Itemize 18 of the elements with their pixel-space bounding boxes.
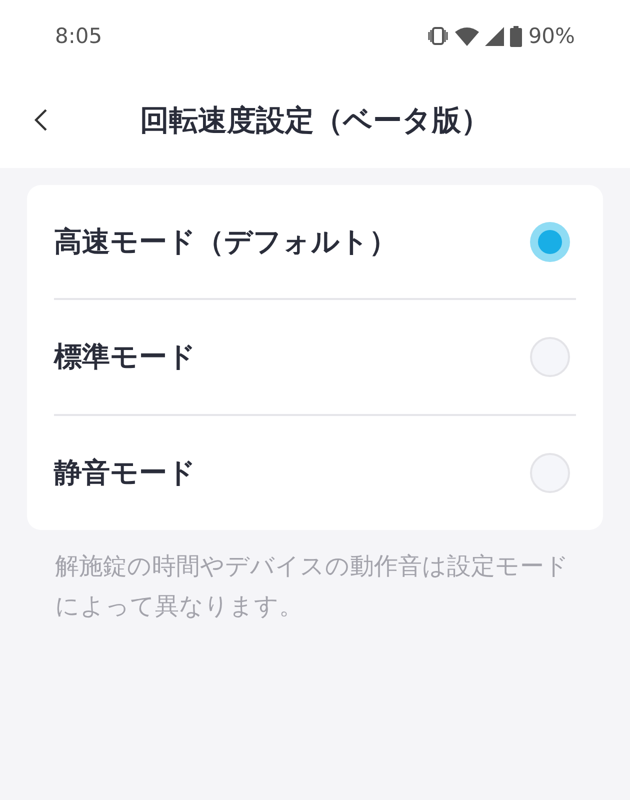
page-title: 回転速度設定（ベータ版） <box>140 102 490 139</box>
option-label: 標準モード <box>54 339 197 375</box>
option-row[interactable]: 標準モード <box>54 298 576 414</box>
radio-button[interactable] <box>530 453 570 493</box>
option-label: 静音モード <box>54 455 197 491</box>
option-row[interactable]: 静音モード <box>54 414 576 530</box>
back-icon <box>34 108 48 132</box>
radio-button[interactable] <box>530 337 570 377</box>
wifi-icon <box>455 26 480 46</box>
battery-icon <box>510 26 522 46</box>
option-row[interactable]: 高速モード（デフォルト） <box>54 185 576 298</box>
option-label: 高速モード（デフォルト） <box>54 224 398 260</box>
signal-icon <box>485 26 504 46</box>
clock-time: 8:05 <box>55 24 102 48</box>
vibrate-icon <box>427 27 450 45</box>
radio-button[interactable] <box>530 222 570 262</box>
battery-percent: 90% <box>528 24 575 48</box>
note-text: 解施錠の時間やデバイスの動作音は設定モードによって異なります。 <box>55 551 570 622</box>
